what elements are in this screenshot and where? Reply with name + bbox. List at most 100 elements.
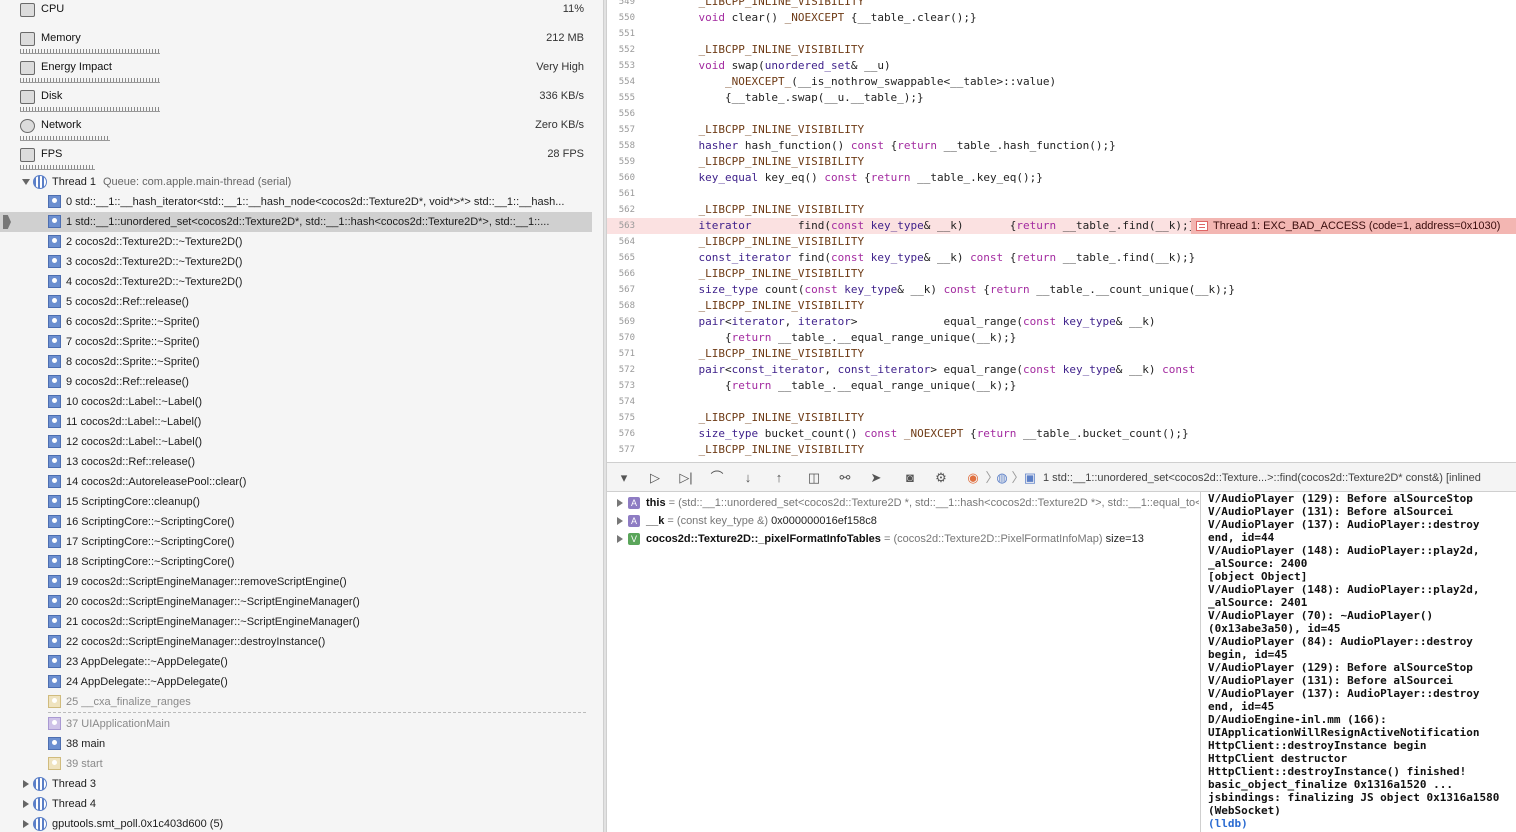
console-line: [object Object] [1208,570,1308,583]
source-editor[interactable]: 549 _LIBCPP_INLINE_VISIBILITY 550 void cl… [607,0,1516,462]
frame-icon [48,595,61,608]
step-into-icon[interactable]: ↓ [739,470,757,486]
frame-icon [48,455,61,468]
breakpoint-toggle-icon[interactable]: ▷ [646,470,664,486]
stack-frame-row[interactable]: 7 cocos2d::Sprite::~Sprite() [48,332,588,352]
settings-icon[interactable]: ⚙ [932,470,950,486]
debug-console[interactable]: V/AudioPlayer (129): Before alSourceStop… [1201,492,1516,832]
disclosure-closed-icon[interactable] [617,499,623,507]
variable-row[interactable]: Athis = (std::__1::unordered_set<cocos2d… [607,494,1199,512]
variable-name-text: cocos2d::Texture2D::_pixelFormatInfoTabl… [646,533,881,545]
variable-equals: = [664,515,677,527]
gauge-row[interactable]: Disk 336 KB/s [0,87,592,116]
frame-icon [48,215,61,228]
gauge-value: 212 MB [546,32,584,44]
disclosure-closed-icon[interactable] [23,800,29,808]
stack-frame-row[interactable]: 6 cocos2d::Sprite::~Sprite() [48,312,588,332]
filter-icon[interactable]: ▾ [615,470,633,486]
stack-frame-row[interactable]: 10 cocos2d::Label::~Label() [48,392,588,412]
stack-frame-row[interactable]: 16 ScriptingCore::~ScriptingCore() [48,512,588,532]
gauge-sparkline [20,78,160,83]
stack-frame-row[interactable]: 20 cocos2d::ScriptEngineManager::~Script… [48,592,588,612]
gauge-row[interactable]: CPU 11% [0,0,592,29]
console-line: HttpClient::destroyInstance() finished! [1208,765,1467,778]
stack-frame-row[interactable]: 3 cocos2d::Texture2D::~Texture2D() [48,252,588,272]
gauge-row[interactable]: Network Zero KB/s [0,116,592,145]
frame-icon[interactable]: ▣ [1021,470,1039,486]
app-icon[interactable]: ◉ [964,470,982,486]
frame-icon [48,757,61,770]
thread-row[interactable]: gputools.smt_poll.0x1c403d600 (5) [20,814,590,832]
simulate-location-icon[interactable]: ➤ [867,470,885,486]
lldb-prompt[interactable]: (lldb) [1208,817,1516,830]
console-line: (WebSocket) [1208,804,1281,817]
gauge-label: Memory [41,32,81,44]
stack-frame-row[interactable]: 25 __cxa_finalize_ranges [48,692,588,712]
stack-frame-label: 6 cocos2d::Sprite::~Sprite() [66,316,200,328]
frame-icon [48,575,61,588]
stack-frame-row[interactable]: 18 ScriptingCore::~ScriptingCore() [48,552,588,572]
error-annotation[interactable]: Thread 1: EXC_BAD_ACCESS (code=1, addres… [1191,218,1516,234]
disclosure-open-icon[interactable] [22,179,30,185]
stack-frame-label: 38 main [66,738,106,750]
disclosure-closed-icon[interactable] [23,780,29,788]
stack-frame-row[interactable]: 9 cocos2d::Ref::release() [48,372,588,392]
stack-frame-label: 4 cocos2d::Texture2D::~Texture2D() [66,276,243,288]
gauge-label: Energy Impact [41,61,112,73]
stack-frame-row[interactable]: 24 AppDelegate::~AppDelegate() [48,672,588,692]
stack-frame-row[interactable]: 39 start [48,754,588,774]
stack-frame-label: 39 start [66,758,103,770]
stack-frame-label: 20 cocos2d::ScriptEngineManager::~Script… [66,596,360,608]
stack-frame-row[interactable]: 15 ScriptingCore::cleanup() [48,492,588,512]
gauge-row[interactable]: Energy Impact Very High [0,58,592,87]
stack-frame-row[interactable]: 0 std::__1::__hash_iterator<std::__1::__… [48,192,588,212]
stack-frame-label: 11 cocos2d::Label::~Label() [66,416,202,428]
stack-frame-row[interactable]: 19 cocos2d::ScriptEngineManager::removeS… [48,572,588,592]
code-line: 551 [607,26,1516,42]
camera-icon[interactable]: ◙ [901,470,919,486]
view-hierarchy-icon[interactable]: ◫ [805,470,823,486]
thread-row[interactable]: Thread 4 [20,794,590,814]
stack-frame-row[interactable]: 12 cocos2d::Label::~Label() [48,432,588,452]
thread-1-row[interactable]: Thread 1 Queue: com.apple.main-thread (s… [20,172,590,192]
memory-graph-icon[interactable]: ⚯ [836,470,854,486]
code-line: 571 _LIBCPP_INLINE_VISIBILITY [607,346,1516,362]
gauge-row[interactable]: FPS 28 FPS [0,145,592,174]
continue-icon[interactable]: ▷| [677,470,695,486]
disclosure-closed-icon[interactable] [617,517,623,525]
stack-frame-row[interactable]: 8 cocos2d::Sprite::~Sprite() [48,352,588,372]
stack-frame-row[interactable]: 37 UIApplicationMain [48,714,588,734]
stack-frame-row[interactable]: 17 ScriptingCore::~ScriptingCore() [48,532,588,552]
stack-frame-row[interactable]: 14 cocos2d::AutoreleasePool::clear() [48,472,588,492]
gauge-row[interactable]: Memory 212 MB [0,29,592,58]
stack-frame-row[interactable]: 1 std::__1::unordered_set<cocos2d::Textu… [48,212,588,232]
code-text: pair<const_iterator, const_iterator> equ… [698,363,1196,376]
code-text: size_type count(const key_type& __k) con… [698,283,1236,296]
stack-frame-row[interactable]: 22 cocos2d::ScriptEngineManager::destroy… [48,632,588,652]
cpu-icon [20,3,35,17]
stack-frame-row[interactable]: 21 cocos2d::ScriptEngineManager::~Script… [48,612,588,632]
code-text: _LIBCPP_INLINE_VISIBILITY [698,267,865,280]
stack-frame-row[interactable]: 2 cocos2d::Texture2D::~Texture2D() [48,232,588,252]
stack-frame-row[interactable]: 5 cocos2d::Ref::release() [48,292,588,312]
debug-breadcrumb[interactable]: 1 std::__1::unordered_set<cocos2d::Textu… [1043,463,1481,491]
frame-icon [48,275,61,288]
stack-frame-row[interactable]: 11 cocos2d::Label::~Label() [48,412,588,432]
step-out-icon[interactable]: ↑ [770,470,788,486]
code-text: _LIBCPP_INLINE_VISIBILITY [698,0,865,8]
variable-row[interactable]: Vcocos2d::Texture2D::_pixelFormatInfoTab… [607,530,1199,548]
code-line: 575 _LIBCPP_INLINE_VISIBILITY [607,410,1516,426]
stack-frame-row[interactable]: 4 cocos2d::Texture2D::~Texture2D() [48,272,588,292]
code-text: _LIBCPP_INLINE_VISIBILITY [698,43,865,56]
stack-frame-label: 14 cocos2d::AutoreleasePool::clear() [66,476,247,488]
thread-row[interactable]: Thread 3 [20,774,590,794]
stack-frame-row[interactable]: 38 main [48,734,588,754]
line-number: 569 [618,317,635,327]
disclosure-closed-icon[interactable] [617,535,623,543]
stack-frame-row[interactable]: 23 AppDelegate::~AppDelegate() [48,652,588,672]
variable-row[interactable]: A __k = (const key_type &) 0x000000016ef1… [607,512,1199,530]
disclosure-closed-icon[interactable] [23,820,29,828]
stack-frame-row[interactable]: 13 cocos2d::Ref::release() [48,452,588,472]
step-over-icon[interactable]: ⌒ [708,470,726,486]
variable-kind-badge: A [628,497,640,509]
